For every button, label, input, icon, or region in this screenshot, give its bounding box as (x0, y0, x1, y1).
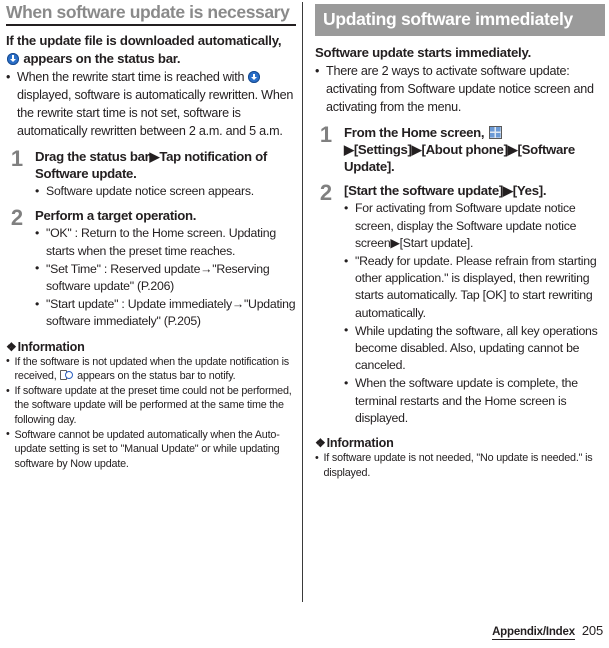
intro-bullet-text-2: displayed, software is automatically rew… (17, 88, 294, 138)
right-information-list: If software update is not needed, "No up… (315, 451, 605, 480)
right-step-1: 1 From the Home screen, ▶[Settings]▶[Abo… (315, 121, 605, 175)
list-item: "Start update" : Update immediately→"Upd… (35, 296, 296, 330)
list-item: For activating from Software update noti… (344, 200, 605, 252)
apps-grid-icon (488, 125, 502, 139)
intro-bullet-text-1: When the rewrite start time is reached w… (17, 70, 245, 85)
left-intro-bullets: When the rewrite start time is reached w… (6, 69, 296, 141)
list-item: When the software update is complete, th… (344, 375, 605, 427)
step-bullets: For activating from Software update noti… (344, 200, 605, 427)
step-number: 1 (319, 121, 333, 147)
step-title: Perform a target operation. (35, 208, 197, 224)
footer-section-tab: Appendix/Index (492, 626, 575, 640)
left-column: When software update is necessary If the… (6, 0, 296, 472)
left-section-heading: When software update is necessary (6, 2, 296, 27)
step-number: 1 (10, 145, 24, 171)
list-item: Software cannot be updated automatically… (6, 427, 296, 471)
right-column: Updating software immediately Software u… (315, 0, 605, 480)
list-item: When the rewrite start time is reached w… (6, 69, 296, 141)
list-item: If software update is not needed, "No up… (315, 451, 605, 480)
step-title: Drag the status bar▶Tap notification of … (35, 148, 267, 181)
page-footer: Appendix/Index 205 (492, 623, 603, 640)
manual-page: When software update is necessary If the… (0, 0, 609, 648)
step-bullets: "OK" : Return to the Home screen. Updati… (35, 225, 296, 330)
diamond-icon: ❖ (315, 436, 326, 451)
information-label: Information (326, 436, 394, 451)
download-circle-icon (248, 71, 261, 84)
list-item: If the software is not updated when the … (6, 354, 296, 384)
left-lead-text-1: If the update file is downloaded automat… (6, 33, 282, 49)
step-title: From the Home screen, ▶[Settings]▶[About… (344, 124, 605, 175)
left-lead-text-2: appears on the status bar. (23, 50, 181, 66)
list-item: If software update at the preset time co… (6, 384, 296, 427)
download-circle-icon (7, 52, 19, 65)
diamond-icon: ❖ (6, 339, 17, 354)
list-item: Software update notice screen appears. (35, 183, 296, 200)
left-information-heading: ❖Information (6, 340, 296, 354)
notification-phone-icon (60, 369, 73, 381)
list-item: "OK" : Return to the Home screen. Updati… (35, 225, 296, 259)
right-step-2: 2 [Start the software update]▶[Yes]. For… (315, 182, 605, 427)
step-number: 2 (10, 205, 24, 231)
step-title: [Start the software update]▶[Yes]. (344, 183, 547, 199)
right-section-heading: Updating software immediately (315, 4, 605, 36)
right-intro-bullets: There are 2 ways to activate software up… (315, 63, 605, 117)
step-title-text-2: ▶[Settings]▶[About phone]▶[Software Upda… (344, 141, 575, 175)
list-item: "Set Time" : Reserved update→"Reserving … (35, 260, 296, 295)
column-divider (302, 2, 303, 602)
page-number: 205 (581, 623, 603, 638)
step-bullets: Software update notice screen appears. (35, 183, 296, 200)
info-text-2: appears on the status bar to notify. (77, 370, 236, 383)
list-item: "Ready for update. Please refrain from s… (344, 253, 605, 322)
left-lead-paragraph: If the update file is downloaded automat… (6, 32, 296, 67)
information-label: Information (17, 339, 85, 354)
step-title-text-1: From the Home screen, (344, 124, 485, 140)
left-step-2: 2 Perform a target operation. "OK" : Ret… (6, 207, 296, 330)
step-number: 2 (319, 180, 333, 206)
list-item: There are 2 ways to activate software up… (315, 63, 605, 117)
left-information-list: If the software is not updated when the … (6, 354, 296, 472)
list-item: While updating the software, all key ope… (344, 322, 605, 375)
left-step-1: 1 Drag the status bar▶Tap notification o… (6, 145, 296, 201)
right-information-heading: ❖Information (315, 436, 605, 450)
right-lead-paragraph: Software update starts immediately. (315, 44, 531, 60)
